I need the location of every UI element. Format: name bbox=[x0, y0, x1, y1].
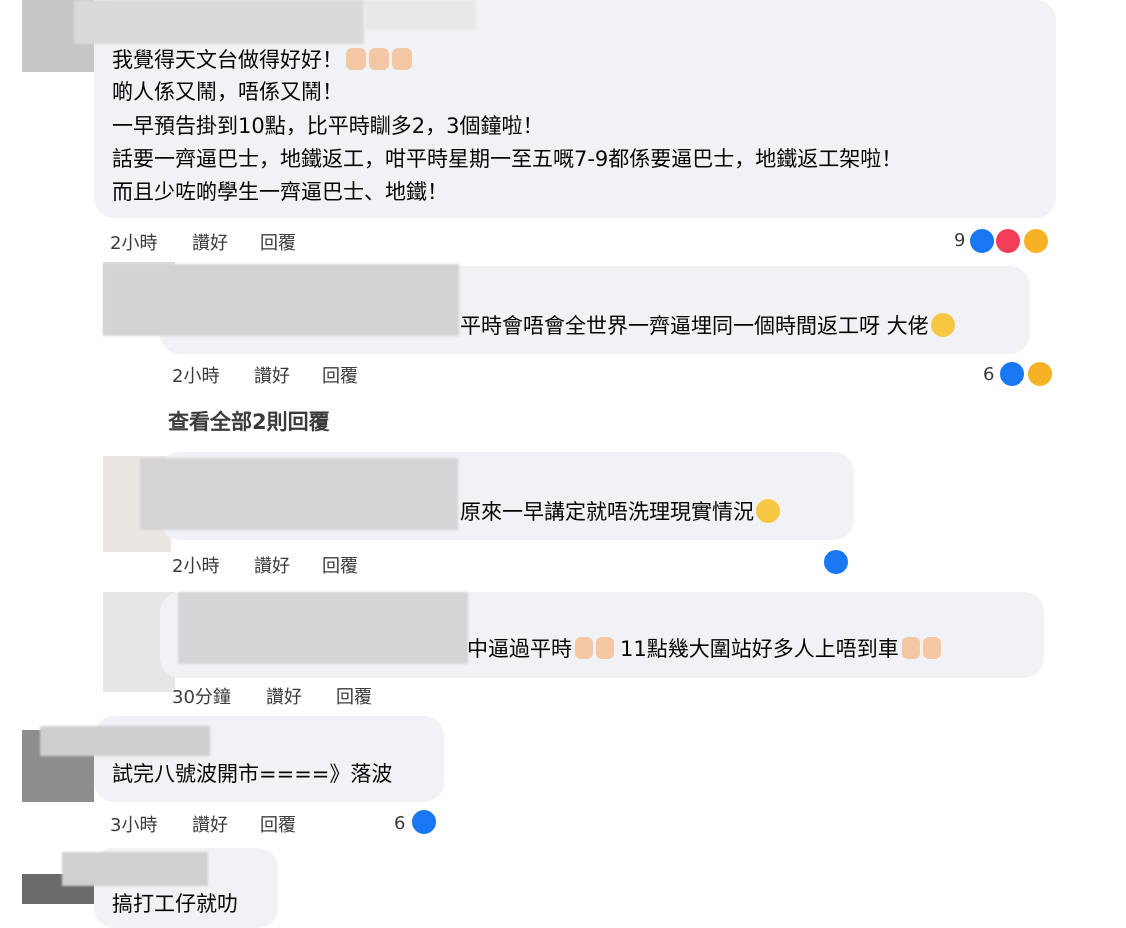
reply-button[interactable]: 回覆 bbox=[322, 552, 358, 578]
hand-gesture-icon bbox=[901, 637, 920, 659]
redacted-name bbox=[364, 0, 476, 30]
redacted-name bbox=[178, 592, 468, 664]
like-reaction-icon bbox=[968, 227, 996, 255]
comment-meta: 30分鐘 讚好 回覆 bbox=[172, 683, 472, 709]
comment-text: 搞打工仔就叻 bbox=[112, 892, 238, 916]
comment-line: 我覺得天文台做得好好！ bbox=[112, 44, 412, 76]
reaction-count[interactable]: 9 bbox=[954, 230, 965, 251]
redacted-name bbox=[74, 0, 364, 44]
like-button[interactable]: 讚好 bbox=[192, 229, 228, 255]
hand-gesture-icon bbox=[596, 637, 614, 659]
like-button[interactable]: 讚好 bbox=[266, 683, 302, 709]
reaction-count[interactable]: 6 bbox=[983, 364, 994, 385]
hand-gesture-icon bbox=[922, 637, 941, 659]
like-reaction-icon bbox=[998, 360, 1026, 388]
like-button[interactable]: 讚好 bbox=[254, 362, 290, 388]
reply-button[interactable]: 回覆 bbox=[336, 683, 372, 709]
like-reaction-icon bbox=[410, 808, 438, 836]
thumb-up-icon bbox=[369, 48, 389, 70]
comment-text: 原來一早講定就唔洗理現實情況 bbox=[460, 496, 780, 528]
timestamp[interactable]: 3小時 bbox=[110, 811, 157, 837]
comment-text: 中逼過平時 11點幾大圍站好多人上唔到車 bbox=[467, 633, 941, 665]
comment-line: 啲人係又鬧，唔係又鬧！ bbox=[112, 80, 343, 104]
thumb-up-icon bbox=[346, 48, 366, 70]
reply-button[interactable]: 回覆 bbox=[322, 362, 358, 388]
like-reaction-icon[interactable] bbox=[822, 548, 850, 576]
reaction-count[interactable]: 6 bbox=[394, 813, 405, 834]
hand-gesture-icon bbox=[575, 637, 593, 659]
like-button[interactable]: 讚好 bbox=[254, 552, 290, 578]
comment-meta: 2小時 讚好 回覆 bbox=[172, 552, 472, 578]
redacted-name bbox=[140, 458, 458, 530]
fearful-emoji-icon bbox=[756, 499, 780, 523]
wow-reaction-icon bbox=[1026, 360, 1054, 388]
timestamp[interactable]: 30分鐘 bbox=[172, 683, 231, 709]
timestamp[interactable]: 2小時 bbox=[110, 229, 157, 255]
grinning-sweat-emoji-icon bbox=[930, 313, 955, 337]
comment-line: 一早預告掛到10點，比平時瞓多2，3個鐘啦！ bbox=[112, 114, 544, 138]
timestamp[interactable]: 2小時 bbox=[172, 362, 219, 388]
comment-meta: 3小時 讚好 回覆 bbox=[110, 811, 410, 837]
comment-meta: 2小時 讚好 回覆 bbox=[110, 229, 410, 255]
redacted-name bbox=[62, 852, 208, 886]
comment-meta: 2小時 讚好 回覆 bbox=[172, 362, 472, 388]
comment-text: 平時會唔會全世界一齊逼埋同一個時間返工呀 大佬 bbox=[460, 310, 955, 342]
love-reaction-icon bbox=[994, 227, 1022, 255]
like-button[interactable]: 讚好 bbox=[192, 811, 228, 837]
thumb-up-icon bbox=[392, 48, 412, 70]
care-reaction-icon bbox=[1022, 227, 1050, 255]
redacted-name bbox=[40, 726, 210, 756]
comment-text: 試完八號波開市====》落波 bbox=[112, 762, 393, 786]
view-replies-link[interactable]: 查看全部2則回覆 bbox=[168, 406, 330, 436]
reply-button[interactable]: 回覆 bbox=[260, 229, 296, 255]
redacted-name bbox=[103, 264, 459, 336]
reply-button[interactable]: 回覆 bbox=[260, 811, 296, 837]
timestamp[interactable]: 2小時 bbox=[172, 552, 219, 578]
comment-line: 話要一齊逼巴士，地鐵返工，咁平時星期一至五嘅7-9都係要逼巴士，地鐵返工架啦！ bbox=[112, 147, 903, 171]
comment-line: 而且少咗啲學生一齊逼巴士、地鐵！ bbox=[112, 180, 448, 204]
